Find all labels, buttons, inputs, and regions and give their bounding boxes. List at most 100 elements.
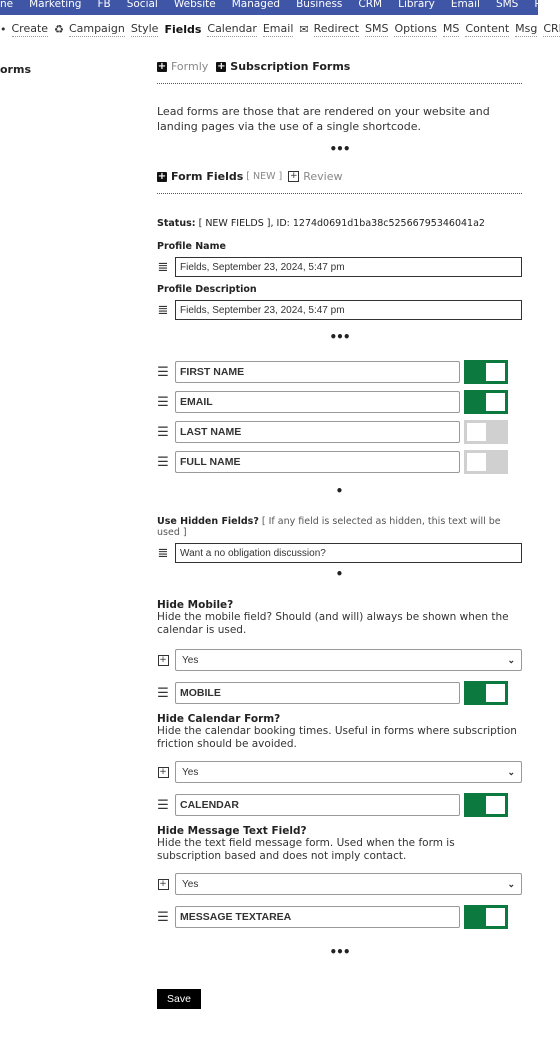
hidden-fields-row: ≣ [157, 543, 522, 563]
nav-item-library[interactable]: Library [398, 0, 435, 11]
field-toggle[interactable] [464, 450, 508, 474]
status-line: Status: [ NEW FIELDS ], ID: 1274d0691d1b… [157, 218, 522, 229]
nav-item-property[interactable]: Property [534, 0, 538, 11]
subnav-redirect[interactable]: Redirect [313, 22, 359, 37]
chevron-down-icon: ⌄ [507, 878, 515, 889]
nav-item-marketing[interactable]: Marketing [29, 0, 81, 11]
form-fields-header: + Form Fields [ NEW ] + Review [157, 170, 522, 183]
field-input-calendar[interactable] [175, 794, 460, 816]
drag-handle-icon[interactable]: ≣ [157, 547, 169, 560]
field-input-message-textarea[interactable] [175, 906, 460, 928]
field-toggle[interactable] [464, 360, 508, 384]
subnav-calendar[interactable]: Calendar [207, 22, 257, 37]
subnav-sms[interactable]: SMS [364, 22, 389, 37]
plus-square-icon[interactable]: + [157, 171, 167, 182]
hide-message-select[interactable]: Yes ⌄ [175, 873, 522, 895]
subnav-options[interactable]: Options [394, 22, 437, 37]
nav-item-managed[interactable]: Managed [232, 0, 280, 11]
field-row: ☰ [157, 450, 522, 474]
select-value: Yes [182, 878, 199, 890]
divider [157, 83, 522, 84]
nav-item-sms[interactable]: SMS [496, 0, 518, 11]
drag-handle-icon[interactable]: ☰ [157, 799, 169, 812]
expand-icon[interactable]: + [157, 654, 169, 667]
drag-handle-icon[interactable]: ☰ [157, 426, 169, 439]
hide-mobile-title: Hide Mobile? [157, 599, 234, 611]
sidebar-label[interactable]: orms [0, 63, 31, 76]
save-button[interactable]: Save [157, 989, 201, 1009]
nav-item-crm[interactable]: CRM [358, 0, 382, 11]
expand-icon[interactable]: + [157, 766, 169, 779]
subnav-fields[interactable]: Fields [164, 23, 201, 37]
subnav-crm[interactable]: CRM [543, 22, 560, 37]
hide-message-title: Hide Message Text Field? [157, 825, 307, 837]
main-content: + Formly + Subscription Forms Lead forms… [157, 60, 522, 1009]
field-toggle[interactable] [464, 390, 508, 414]
form-fields-title[interactable]: Form Fields [171, 170, 243, 183]
drag-handle-icon[interactable]: ≣ [157, 304, 169, 317]
hide-mobile-select-row: + Yes ⌄ [157, 649, 522, 671]
profile-description-input[interactable] [175, 300, 522, 320]
subnav-campaign[interactable]: Campaign [68, 22, 125, 37]
hidden-fields-label: Use Hidden Fields? [ If any field is sel… [157, 516, 522, 538]
field-toggle[interactable] [464, 905, 508, 929]
hide-mobile-select[interactable]: Yes ⌄ [175, 649, 522, 671]
field-input-email[interactable] [175, 391, 460, 413]
profile-name-label: Profile Name [157, 241, 226, 252]
subnav-style[interactable]: Style [130, 22, 159, 37]
tab-formly[interactable]: Formly [171, 60, 208, 73]
drag-handle-icon[interactable]: ☰ [157, 366, 169, 379]
plus-square-icon[interactable]: + [157, 61, 167, 72]
field-toggle[interactable] [464, 793, 508, 817]
field-toggle[interactable] [464, 681, 508, 705]
nav-item-business[interactable]: Business [296, 0, 342, 11]
subnav-email[interactable]: Email [262, 22, 294, 37]
nav-item-website[interactable]: Website [174, 0, 216, 11]
expand-icon[interactable]: + [157, 878, 169, 891]
hide-calendar-select-row: + Yes ⌄ [157, 761, 522, 783]
hide-calendar-select[interactable]: Yes ⌄ [175, 761, 522, 783]
subnav-msg[interactable]: Msg [515, 22, 538, 37]
section-tabs: + Formly + Subscription Forms [157, 60, 522, 73]
nav-item-email[interactable]: Email [451, 0, 480, 11]
ellipsis: ••• [329, 330, 350, 344]
subnav-ms[interactable]: MS [442, 22, 460, 37]
subnav-create[interactable]: Create [11, 22, 49, 37]
subnav-content[interactable]: Content [465, 22, 510, 37]
field-input-mobile[interactable] [175, 682, 460, 704]
drag-handle-icon[interactable]: ☰ [157, 687, 169, 700]
status-label: Status: [157, 218, 196, 229]
drag-handle-icon[interactable]: ☰ [157, 911, 169, 924]
nav-item-fb[interactable]: FB [97, 0, 110, 11]
drag-handle-icon[interactable]: ☰ [157, 456, 169, 469]
hidden-fields-input[interactable] [175, 543, 522, 563]
expand-icon[interactable]: + [288, 171, 300, 182]
field-input-first-name[interactable] [175, 361, 460, 383]
field-input-full-name[interactable] [175, 451, 460, 473]
profile-name-input[interactable] [175, 257, 522, 277]
envelope-icon[interactable]: ✉ [299, 23, 308, 36]
nav-item-social[interactable]: Social [127, 0, 158, 11]
field-input-last-name[interactable] [175, 421, 460, 443]
drag-handle-icon[interactable]: ≣ [157, 261, 169, 274]
profile-name-row: ≣ [157, 257, 522, 277]
separator-dot: • [335, 567, 344, 581]
intro-text: Lead forms are those that are rendered o… [157, 105, 490, 133]
recycle-icon[interactable]: ♻ [54, 23, 64, 36]
tab-subscription-forms[interactable]: Subscription Forms [230, 60, 350, 73]
plus-square-icon[interactable]: + [216, 61, 227, 72]
sub-nav: • Create ♻ Campaign Style Fields Calenda… [0, 22, 560, 37]
field-row: ☰ [157, 360, 522, 384]
review-link[interactable]: Review [303, 170, 342, 183]
field-toggle[interactable] [464, 420, 508, 444]
field-row: ☰ [157, 420, 522, 444]
nav-item[interactable]: ne [0, 0, 13, 11]
hide-message-desc: Hide the text field message form. Used w… [157, 837, 455, 862]
drag-handle-icon[interactable]: ☰ [157, 396, 169, 409]
hide-message-section: Hide Message Text Field? Hide the text f… [157, 825, 522, 929]
chevron-down-icon: ⌄ [507, 654, 515, 665]
field-row: ☰ [157, 793, 522, 817]
form-fields-tag: [ NEW ] [246, 171, 283, 182]
ellipsis: ••• [329, 142, 350, 156]
hide-calendar-title: Hide Calendar Form? [157, 713, 281, 725]
